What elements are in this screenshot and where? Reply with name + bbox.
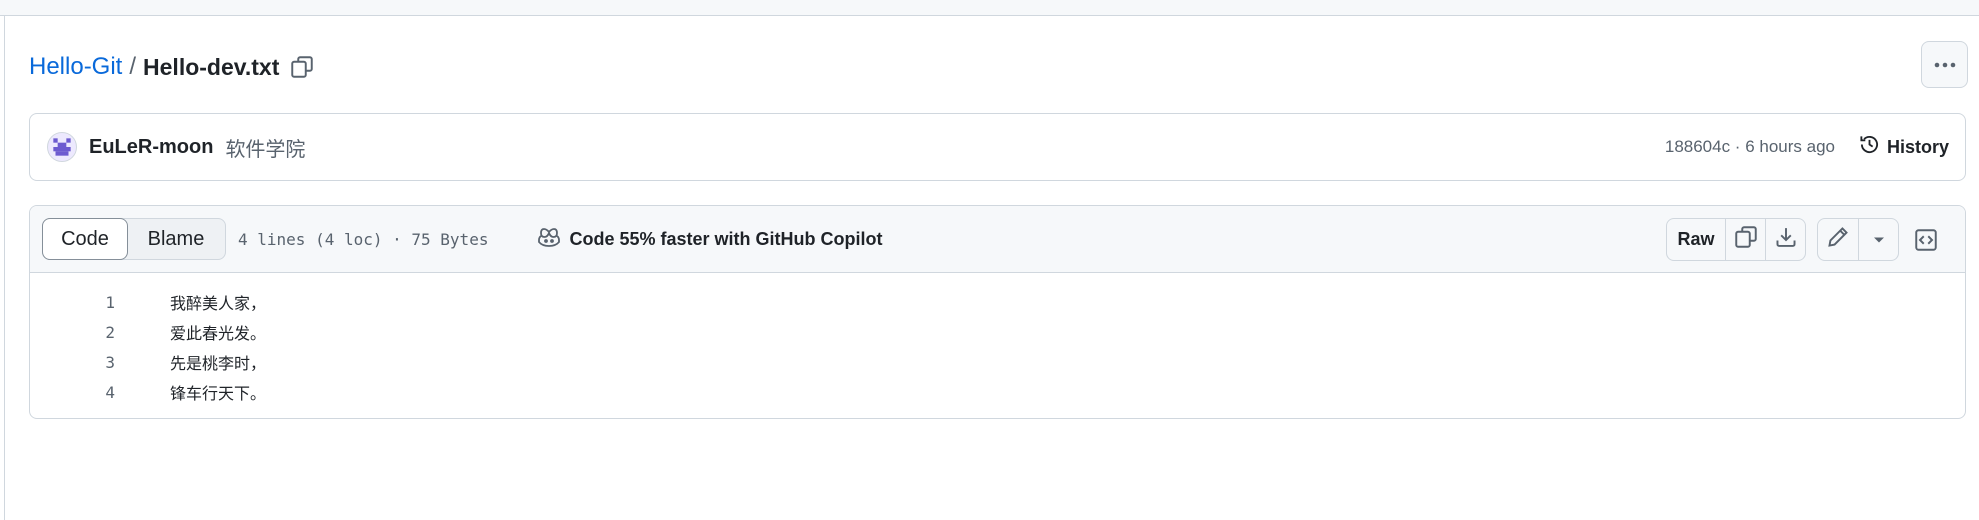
copy-icon[interactable] (289, 54, 315, 80)
left-divider (4, 16, 5, 520)
line-number[interactable]: 4 (30, 383, 115, 402)
breadcrumb-file-name: Hello-dev.txt (143, 53, 280, 80)
history-button[interactable]: History (1859, 134, 1949, 160)
top-bar (0, 0, 1979, 16)
download-icon (1775, 226, 1797, 253)
file-viewer: Code Blame 4 lines (4 loc) · 75 Bytes Co… (29, 205, 1966, 419)
code-line: 3 先是桃李时， (30, 347, 1965, 377)
history-label: History (1886, 136, 1949, 157)
commit-meta[interactable]: 188604c · 6 hours ago (1665, 137, 1835, 157)
file-toolbar: Code Blame 4 lines (4 loc) · 75 Bytes Co… (30, 206, 1965, 273)
history-icon (1859, 134, 1880, 160)
copilot-label: Code 55% faster with GitHub Copilot (569, 228, 883, 249)
view-mode-toggle: Code Blame (42, 218, 226, 260)
commit-message[interactable]: 软件学院 (225, 133, 305, 162)
kebab-horizontal-icon (1933, 56, 1957, 74)
tab-blame[interactable]: Blame (127, 219, 225, 259)
breadcrumb-repo-link[interactable]: Hello-Git (29, 53, 122, 81)
tab-code[interactable]: Code (42, 218, 128, 260)
copy-raw-button[interactable] (1725, 219, 1765, 260)
code-line: 2 爱此春光发。 (30, 317, 1965, 347)
more-options-button[interactable] (1921, 41, 1968, 88)
edit-actions-group (1817, 218, 1899, 261)
line-content: 爱此春光发。 (170, 324, 267, 343)
line-content: 我醉美人家， (170, 294, 267, 313)
commit-author[interactable]: EuLeR-moon (89, 136, 213, 159)
file-info: 4 lines (4 loc) · 75 Bytes (238, 229, 489, 249)
code-line: 4 锋车行天下。 (30, 377, 1965, 407)
raw-actions-group: Raw (1666, 218, 1806, 261)
copilot-promo[interactable]: Code 55% faster with GitHub Copilot (537, 226, 882, 253)
edit-file-button[interactable] (1818, 219, 1858, 260)
avatar[interactable] (47, 132, 77, 162)
pencil-icon (1827, 226, 1849, 253)
line-content: 锋车行天下。 (170, 384, 267, 403)
raw-button[interactable]: Raw (1667, 219, 1725, 260)
code-line: 1 我醉美人家， (30, 287, 1965, 317)
copy-icon (1734, 225, 1758, 254)
latest-commit-bar: EuLeR-moon 软件学院 188604c · 6 hours ago Hi… (29, 113, 1966, 181)
copilot-icon (537, 226, 561, 253)
line-number[interactable]: 1 (30, 293, 115, 312)
code-listing: 1 我醉美人家， 2 爱此春光发。 3 先是桃李时， 4 锋车行天下。 (30, 273, 1965, 407)
breadcrumb: Hello-Git / Hello-dev.txt (29, 50, 315, 84)
line-number[interactable]: 2 (30, 323, 115, 342)
triangle-down-icon (1873, 231, 1885, 249)
line-number[interactable]: 3 (30, 353, 115, 372)
code-square-icon[interactable] (1914, 228, 1938, 252)
breadcrumb-separator: / (129, 53, 137, 80)
edit-dropdown-button[interactable] (1858, 219, 1898, 260)
download-button[interactable] (1765, 219, 1805, 260)
line-content: 先是桃李时， (170, 354, 267, 373)
